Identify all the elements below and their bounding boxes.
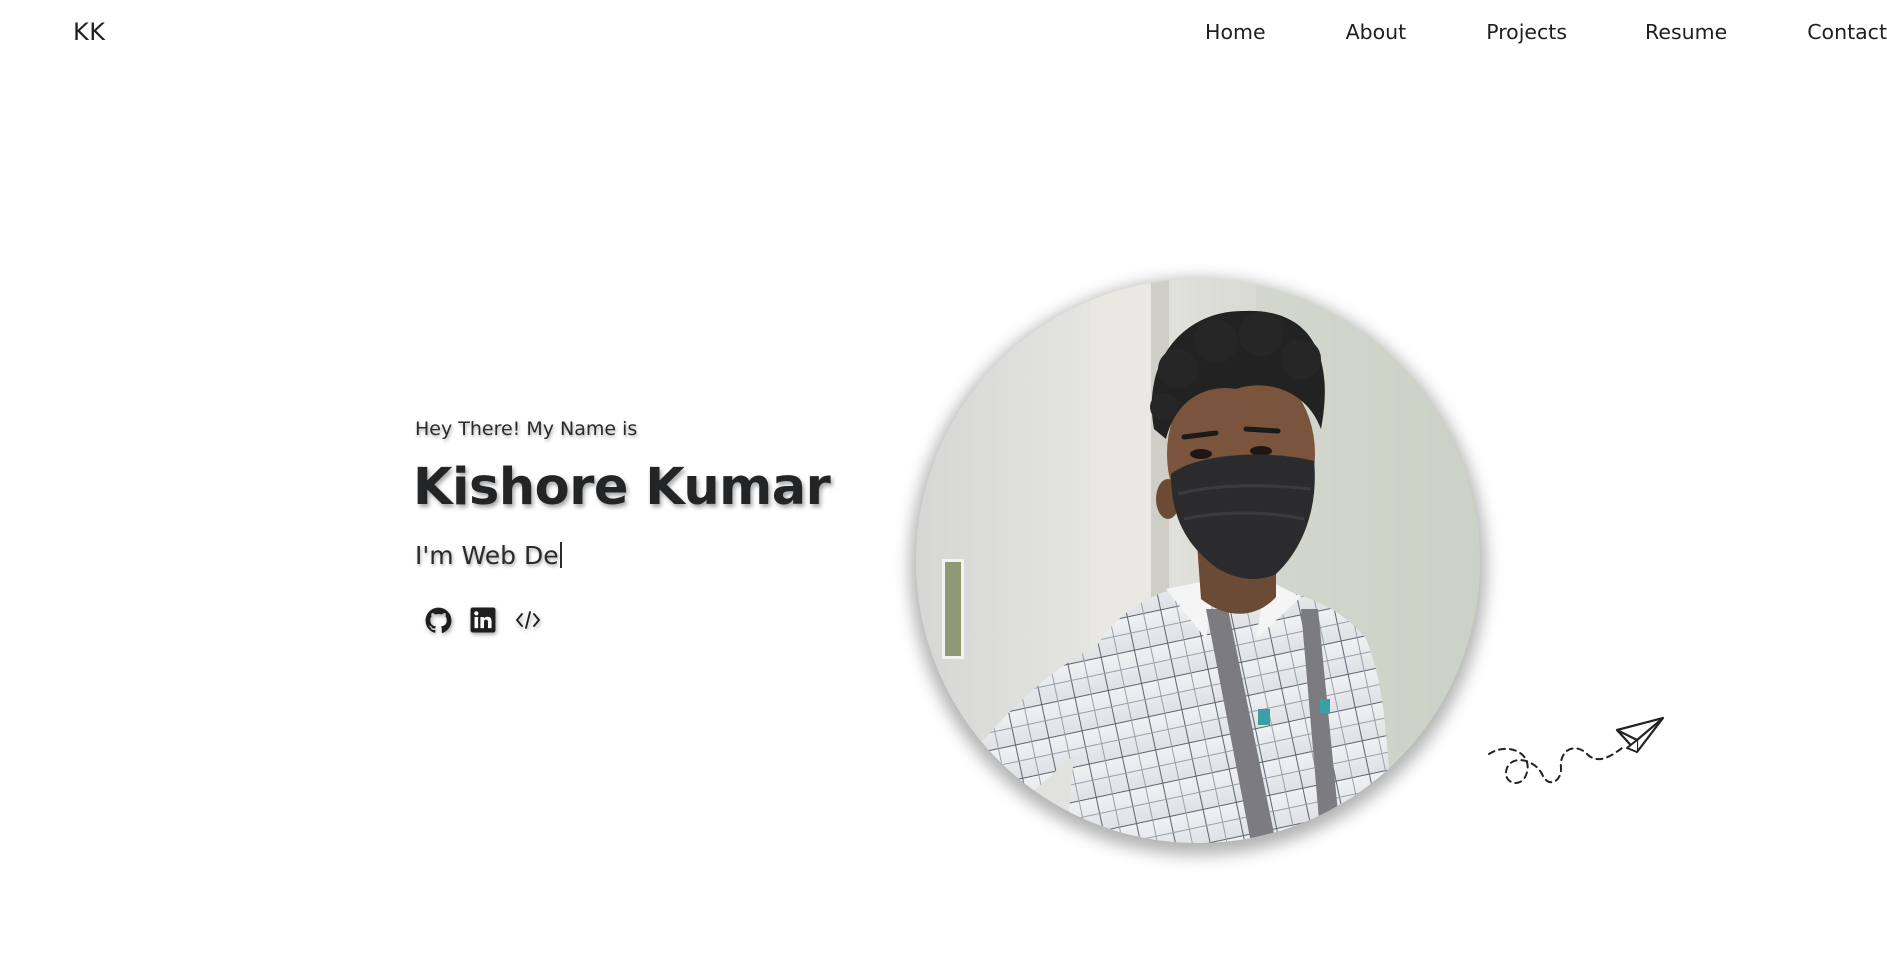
code-icon[interactable]: [514, 606, 542, 634]
brand-logo[interactable]: KK: [73, 18, 105, 46]
page: KK Home About Projects Resume Contact He…: [0, 0, 1887, 959]
hero-name: Kishore Kumar: [413, 458, 831, 517]
linkedin-icon[interactable]: [469, 606, 497, 634]
nav-resume[interactable]: Resume: [1645, 20, 1727, 44]
hero-role-text: I'm Web De: [415, 541, 559, 570]
social-links: [424, 606, 542, 634]
paper-plane-icon: [1488, 716, 1665, 784]
hero-greeting: Hey There! My Name is: [415, 418, 638, 440]
nav-home[interactable]: Home: [1205, 20, 1266, 44]
typing-cursor: [559, 542, 562, 568]
github-icon[interactable]: [424, 606, 452, 634]
main-nav: Home About Projects Resume Contact: [1205, 20, 1887, 44]
profile-photo: [916, 279, 1480, 843]
nav-contact[interactable]: Contact: [1807, 20, 1887, 44]
hero-role: I'm Web De: [415, 541, 562, 570]
nav-about[interactable]: About: [1346, 20, 1407, 44]
nav-projects[interactable]: Projects: [1486, 20, 1567, 44]
